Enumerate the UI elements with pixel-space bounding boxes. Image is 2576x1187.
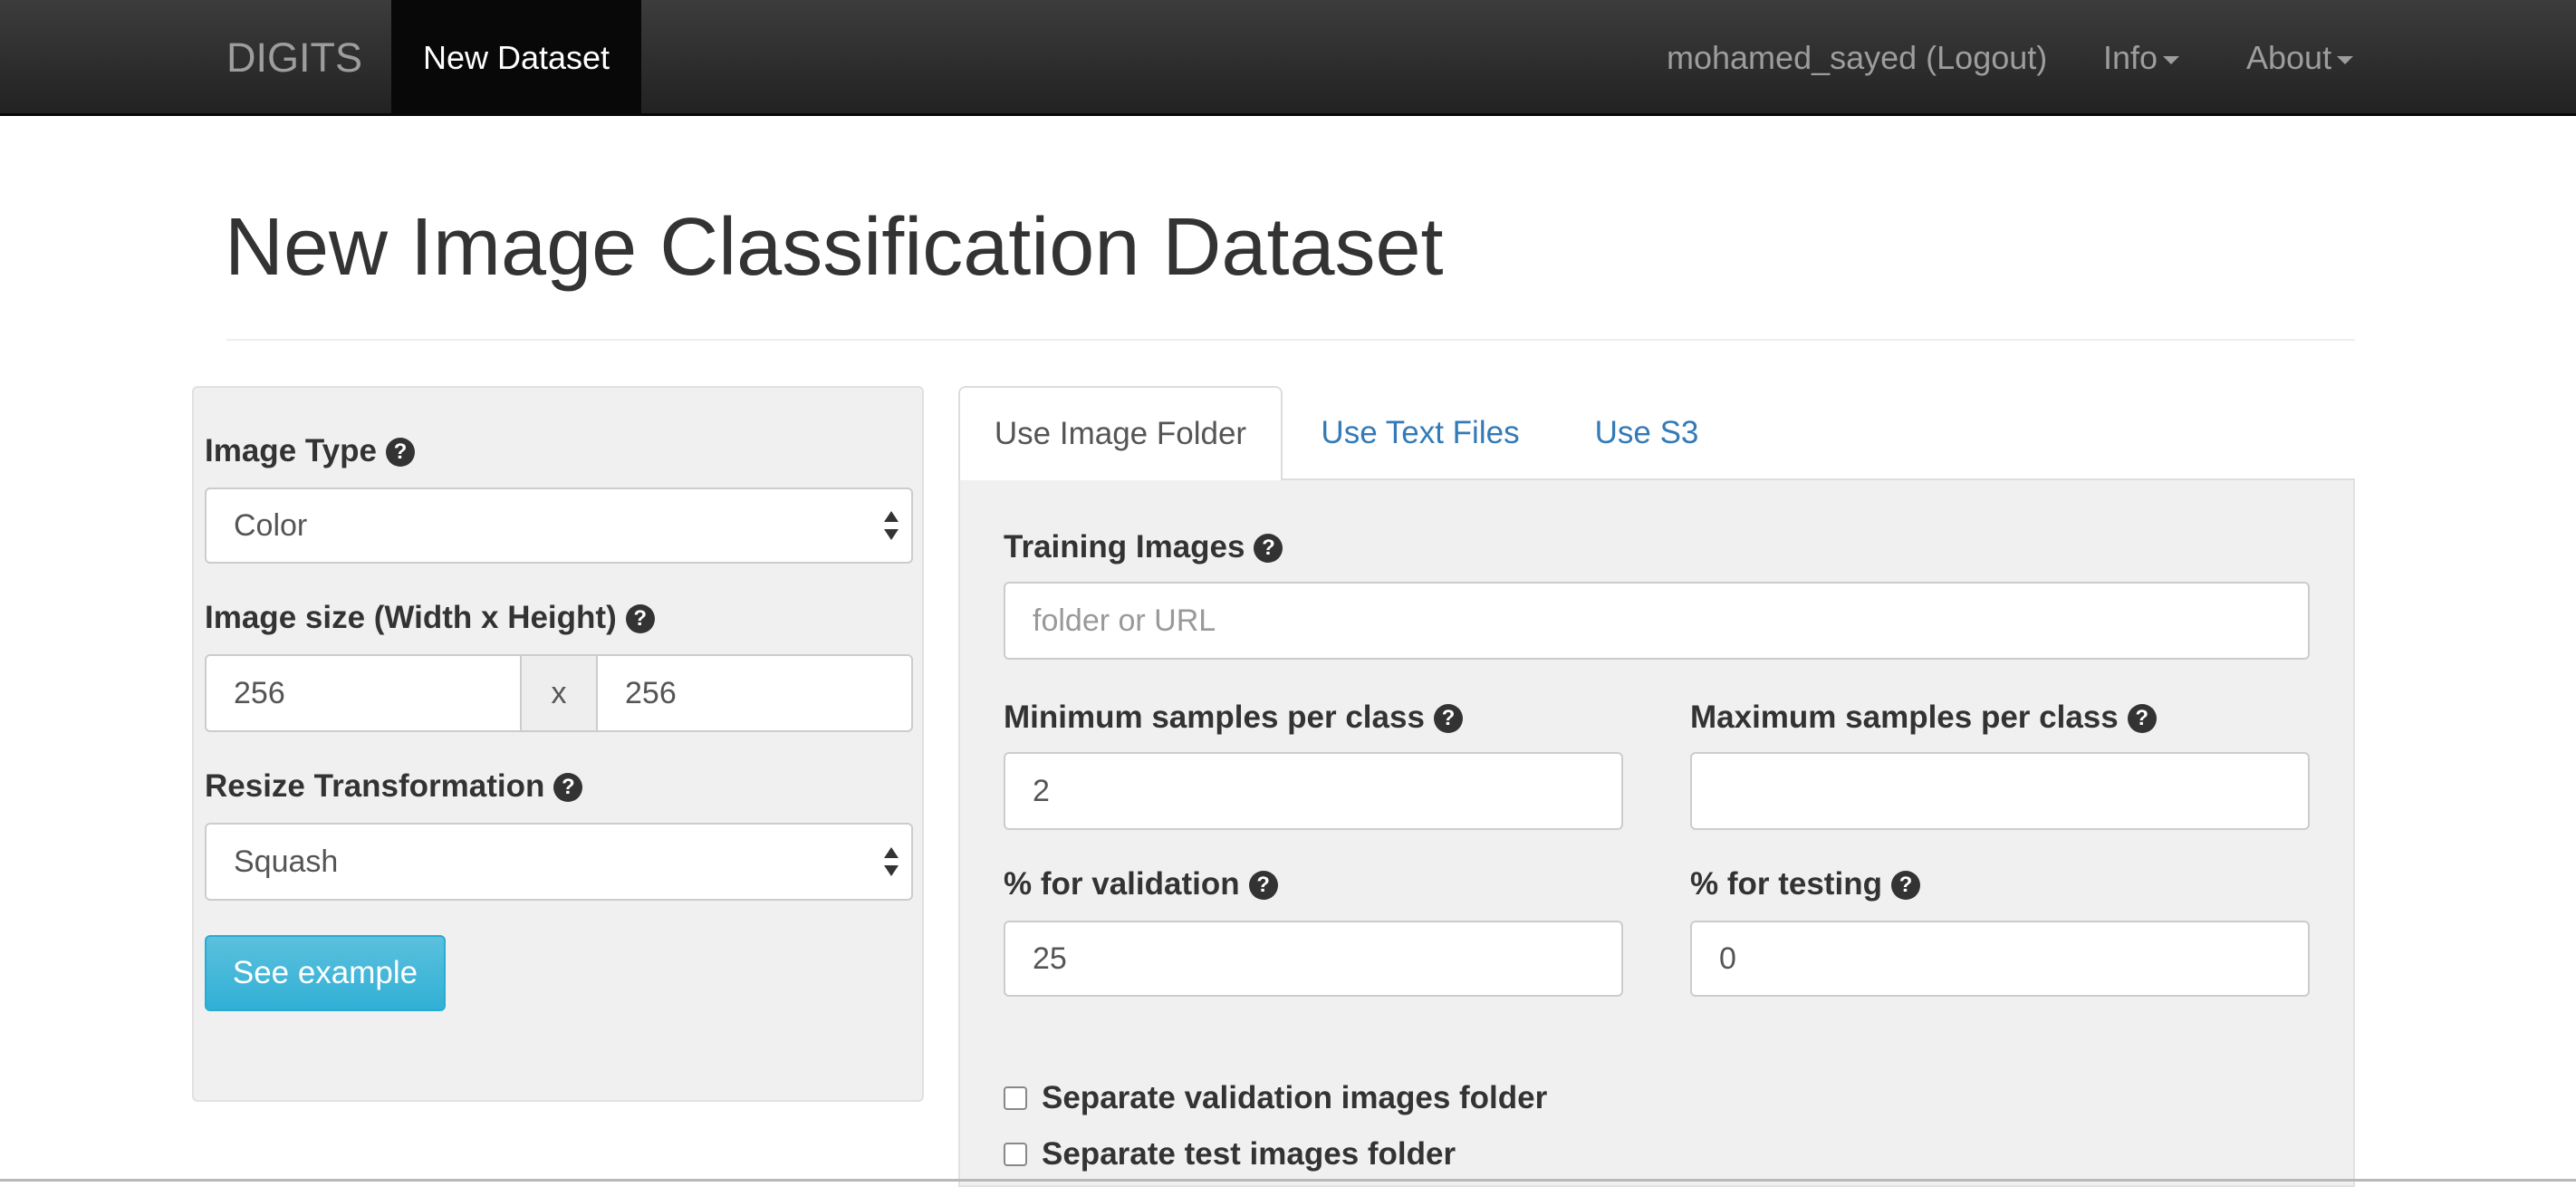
pct-testing-input[interactable]: 0 <box>1690 921 2310 997</box>
about-dropdown[interactable]: About <box>2246 0 2354 116</box>
training-images-label: Training Images? <box>1004 529 1283 565</box>
max-samples-label: Maximum samples per class? <box>1690 700 2157 736</box>
see-example-button[interactable]: See example <box>205 935 446 1011</box>
about-dropdown-label: About <box>2246 39 2332 76</box>
top-navbar: DIGITS New Dataset mohamed_sayed (Logout… <box>0 0 2576 116</box>
max-samples-input[interactable] <box>1690 752 2310 830</box>
question-circle-icon[interactable]: ? <box>1248 871 1278 900</box>
question-circle-icon[interactable]: ? <box>553 773 583 802</box>
nav-item-new-dataset[interactable]: New Dataset <box>391 0 641 116</box>
brand-link[interactable]: DIGITS <box>226 0 362 116</box>
pct-testing-label: % for testing? <box>1690 866 1920 902</box>
image-type-select[interactable]: Color <box>205 487 913 564</box>
separate-test-checkbox[interactable] <box>1004 1143 1027 1166</box>
info-dropdown[interactable]: Info <box>2103 0 2180 116</box>
select-arrows-icon <box>884 509 899 542</box>
tab-use-text-files[interactable]: Use Text Files <box>1304 386 1536 480</box>
pct-validation-input[interactable]: 25 <box>1004 921 1623 997</box>
pct-testing-value: 0 <box>1719 941 1736 976</box>
user-logout-link[interactable]: mohamed_sayed (Logout) <box>1667 0 2047 116</box>
min-samples-value: 2 <box>1033 773 1050 808</box>
caret-down-icon <box>2163 55 2180 64</box>
pct-validation-value: 25 <box>1033 941 1067 976</box>
training-images-input[interactable]: folder or URL <box>1004 582 2310 660</box>
select-arrows-icon <box>884 845 899 878</box>
page-title: New Image Classification Dataset <box>225 202 1444 293</box>
caret-down-icon <box>2337 55 2354 64</box>
pct-testing-label-text: % for testing <box>1690 866 1882 902</box>
info-dropdown-label: Info <box>2103 39 2158 76</box>
question-circle-icon[interactable]: ? <box>1890 871 1920 900</box>
image-size-label: Image size (Width x Height)? <box>205 600 655 636</box>
min-samples-label: Minimum samples per class? <box>1004 700 1463 736</box>
question-circle-icon[interactable]: ? <box>2127 704 2157 733</box>
image-width-value: 256 <box>234 675 285 710</box>
size-separator: x <box>520 654 598 732</box>
image-type-label-text: Image Type <box>205 433 377 468</box>
resize-transformation-label-text: Resize Transformation <box>205 768 545 804</box>
max-samples-label-text: Maximum samples per class <box>1690 700 2119 735</box>
training-images-label-text: Training Images <box>1004 529 1245 565</box>
tab-use-s3[interactable]: Use S3 <box>1576 386 1717 480</box>
question-circle-icon[interactable]: ? <box>1433 704 1463 733</box>
resize-transformation-label: Resize Transformation? <box>205 768 583 805</box>
training-images-placeholder: folder or URL <box>1033 603 1216 638</box>
min-samples-label-text: Minimum samples per class <box>1004 700 1425 735</box>
image-width-input[interactable]: 256 <box>205 654 522 732</box>
image-height-input[interactable]: 256 <box>596 654 913 732</box>
pct-validation-label-text: % for validation <box>1004 866 1240 902</box>
resize-transformation-value: Squash <box>234 844 339 879</box>
pct-validation-label: % for validation? <box>1004 866 1278 902</box>
image-size-label-text: Image size (Width x Height) <box>205 600 617 635</box>
image-type-value: Color <box>234 507 308 543</box>
question-circle-icon[interactable]: ? <box>385 438 415 467</box>
separate-test-label[interactable]: Separate test images folder <box>1042 1136 1456 1173</box>
tab-use-image-folder[interactable]: Use Image Folder <box>958 386 1283 480</box>
separate-validation-checkbox[interactable] <box>1004 1086 1027 1110</box>
title-divider <box>226 339 2355 341</box>
image-type-label: Image Type? <box>205 433 415 469</box>
image-height-value: 256 <box>625 675 677 710</box>
resize-transformation-select[interactable]: Squash <box>205 823 913 901</box>
question-circle-icon[interactable]: ? <box>625 604 655 633</box>
question-circle-icon[interactable]: ? <box>1254 534 1283 563</box>
min-samples-input[interactable]: 2 <box>1004 752 1623 830</box>
separate-validation-label[interactable]: Separate validation images folder <box>1042 1080 1547 1116</box>
